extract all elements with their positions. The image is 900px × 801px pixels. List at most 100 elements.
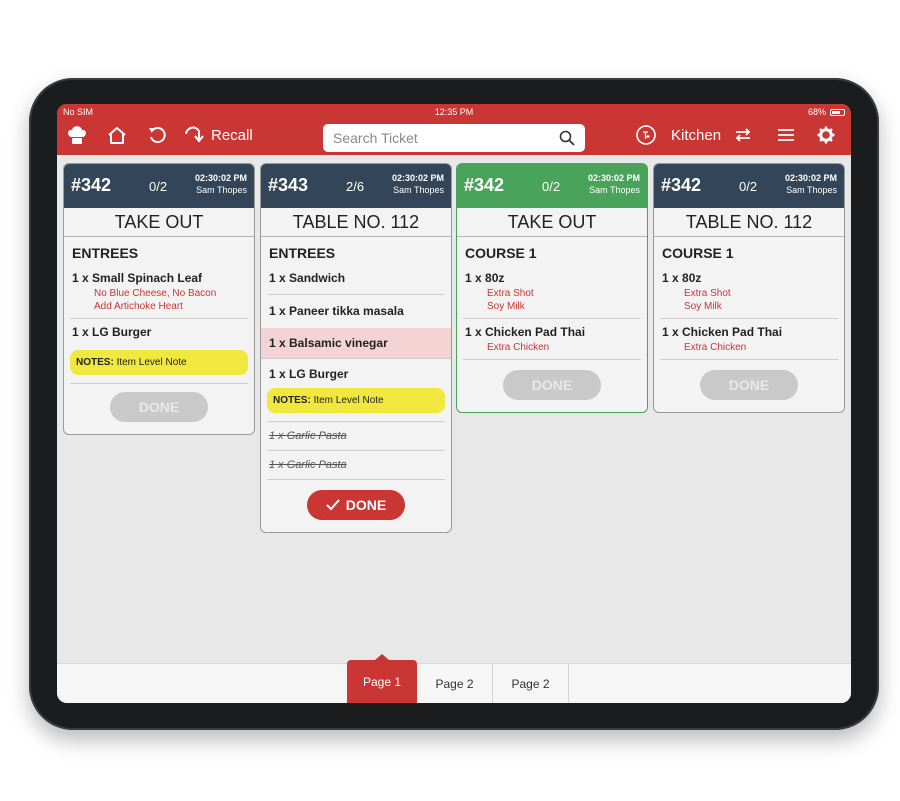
- ticket-card[interactable]: #342 0/2 02:30:02 PM Sam Thopes TABLE NO…: [653, 163, 845, 413]
- ticket-server: Sam Thopes: [196, 185, 247, 195]
- ticket-server: Sam Thopes: [393, 185, 444, 195]
- page-tab-1[interactable]: Page 1: [347, 654, 417, 703]
- swap-icon[interactable]: [732, 124, 754, 146]
- ticket-item[interactable]: 1 x Chicken Pad Thai Extra Chicken: [463, 319, 641, 360]
- battery-percent: 68%: [807, 107, 826, 117]
- ticket-item[interactable]: 1 x Paneer tikka masala: [267, 295, 445, 328]
- ticket-server: Sam Thopes: [786, 185, 837, 195]
- page-tabs: Page 1 Page 2 Page 2: [57, 654, 851, 703]
- item-text: 1 x 80z: [465, 271, 505, 285]
- item-text: 1 x Balsamic vinegar: [269, 336, 388, 350]
- ticket-card[interactable]: #342 0/2 02:30:02 PM Sam Thopes TAKE OUT…: [63, 163, 255, 435]
- ticket-item[interactable]: 1 x LG Burger: [70, 319, 248, 345]
- item-modifier: Soy Milk: [487, 301, 525, 312]
- ticket-item[interactable]: 1 x LG Burger: [267, 359, 445, 383]
- ticket-section: ENTREES: [72, 245, 139, 261]
- ticket-section: COURSE 1: [465, 245, 537, 261]
- search-box[interactable]: [323, 124, 585, 152]
- ticket-number: #342: [464, 175, 505, 195]
- app-header: No SIM 12:35 PM 68% Recall Kitchen: [57, 104, 851, 155]
- ticket-time: 02:30:02 PM: [391, 173, 444, 183]
- recall-label: Recall: [211, 126, 253, 144]
- ticket-item[interactable]: 1 x 80z Extra Shot Soy Milk: [660, 265, 838, 319]
- completed-item[interactable]: 1 x Garlic Pasta: [267, 422, 445, 451]
- note-label: NOTES:: [76, 357, 114, 368]
- note-text: Item Level Note: [116, 357, 187, 368]
- ticket-count: 0/2: [739, 179, 758, 194]
- ticket-server: Sam Thopes: [589, 185, 640, 195]
- app-screen: No SIM 12:35 PM 68% Recall Kitchen: [57, 104, 851, 703]
- search-icon[interactable]: [559, 130, 575, 146]
- ticket-board: #342 0/2 02:30:02 PM Sam Thopes TAKE OUT…: [57, 155, 851, 700]
- timer-icon[interactable]: [635, 124, 657, 146]
- done-button[interactable]: DONE: [700, 370, 798, 400]
- item-modifier: Extra Shot: [487, 288, 534, 299]
- item-note: NOTES: Item Level Note: [70, 350, 248, 375]
- item-modifier: Soy Milk: [684, 301, 722, 312]
- battery-status: 68%: [808, 107, 845, 117]
- note-text: Item Level Note: [313, 395, 384, 406]
- item-text: 1 x LG Burger: [72, 325, 152, 339]
- search-input[interactable]: [333, 130, 559, 146]
- item-text: 1 x Paneer tikka masala: [269, 304, 404, 318]
- ticket-header: #343 2/6 02:30:02 PM Sam Thopes: [261, 164, 451, 208]
- item-text: 1 x LG Burger: [269, 367, 349, 381]
- recall-icon: [185, 126, 204, 143]
- done-button[interactable]: DONE: [110, 392, 208, 422]
- completed-item[interactable]: 1 x Garlic Pasta: [267, 451, 445, 480]
- ticket-item[interactable]: 1 x Sandwich: [267, 265, 445, 295]
- ticket-header: #342 0/2 02:30:02 PM Sam Thopes: [64, 164, 254, 208]
- done-label: DONE: [345, 497, 387, 513]
- item-note: NOTES: Item Level Note: [267, 388, 445, 413]
- item-text: 1 x 80z: [662, 271, 702, 285]
- ticket-item[interactable]: 1 x Chicken Pad Thai Extra Chicken: [660, 319, 838, 360]
- ticket-number: #343: [268, 175, 309, 195]
- item-modifier: No Blue Cheese, No Bacon: [94, 288, 217, 299]
- ticket-count: 0/2: [149, 179, 168, 194]
- ticket-card[interactable]: #342 0/2 02:30:02 PM Sam Thopes TAKE OUT…: [456, 163, 648, 413]
- item-text: 1 x Small Spinach Leaf: [72, 271, 203, 285]
- page-tab-2[interactable]: Page 2: [417, 664, 493, 703]
- item-modifier: Add Artichoke Heart: [94, 301, 183, 312]
- note-label: NOTES:: [273, 395, 311, 406]
- item-text: 1 x Chicken Pad Thai: [662, 325, 783, 339]
- chef-hat-icon[interactable]: [66, 124, 88, 146]
- item-text: 1 x Chicken Pad Thai: [465, 325, 586, 339]
- ticket-time: 02:30:02 PM: [784, 173, 837, 183]
- page-tab-3[interactable]: Page 2: [493, 664, 569, 703]
- item-modifier: Extra Chicken: [684, 342, 747, 353]
- divider: [70, 380, 248, 384]
- ticket-title: TABLE NO. 112: [261, 208, 451, 237]
- done-button[interactable]: DONE: [503, 370, 601, 400]
- item-modifier: Extra Chicken: [487, 342, 550, 353]
- ticket-card[interactable]: #343 2/6 02:30:02 PM Sam Thopes TABLE NO…: [260, 163, 452, 533]
- ticket-section: ENTREES: [269, 245, 336, 261]
- ticket-section: COURSE 1: [662, 245, 734, 261]
- gear-icon[interactable]: [815, 124, 837, 146]
- ticket-number: #342: [71, 175, 112, 195]
- battery-icon: [830, 108, 845, 116]
- recall-button[interactable]: Recall: [184, 126, 253, 144]
- item-text: 1 x Sandwich: [269, 271, 346, 285]
- ticket-header: #342 0/2 02:30:02 PM Sam Thopes: [654, 164, 844, 208]
- ticket-number: #342: [661, 175, 702, 195]
- ticket-title: TAKE OUT: [457, 208, 647, 237]
- ticket-item[interactable]: 1 x 80z Extra Shot Soy Milk: [463, 265, 641, 319]
- station-label: Kitchen: [671, 127, 722, 144]
- check-icon: [326, 499, 340, 511]
- refresh-icon[interactable]: [146, 124, 168, 146]
- home-icon[interactable]: [106, 124, 128, 146]
- done-button[interactable]: DONE: [307, 490, 405, 520]
- menu-icon[interactable]: [775, 124, 797, 146]
- ticket-count: 2/6: [346, 179, 365, 194]
- ticket-count: 0/2: [542, 179, 561, 194]
- ticket-title: TAKE OUT: [64, 208, 254, 237]
- ticket-item-highlighted[interactable]: 1 x Balsamic vinegar: [261, 328, 451, 359]
- ticket-time: 02:30:02 PM: [587, 173, 640, 183]
- status-time: 12:35 PM: [434, 107, 474, 117]
- ticket-header: #342 0/2 02:30:02 PM Sam Thopes: [457, 164, 647, 208]
- ticket-item[interactable]: 1 x Small Spinach Leaf No Blue Cheese, N…: [70, 265, 248, 319]
- ticket-title: TABLE NO. 112: [654, 208, 844, 237]
- ticket-time: 02:30:02 PM: [194, 173, 247, 183]
- item-modifier: Extra Shot: [684, 288, 731, 299]
